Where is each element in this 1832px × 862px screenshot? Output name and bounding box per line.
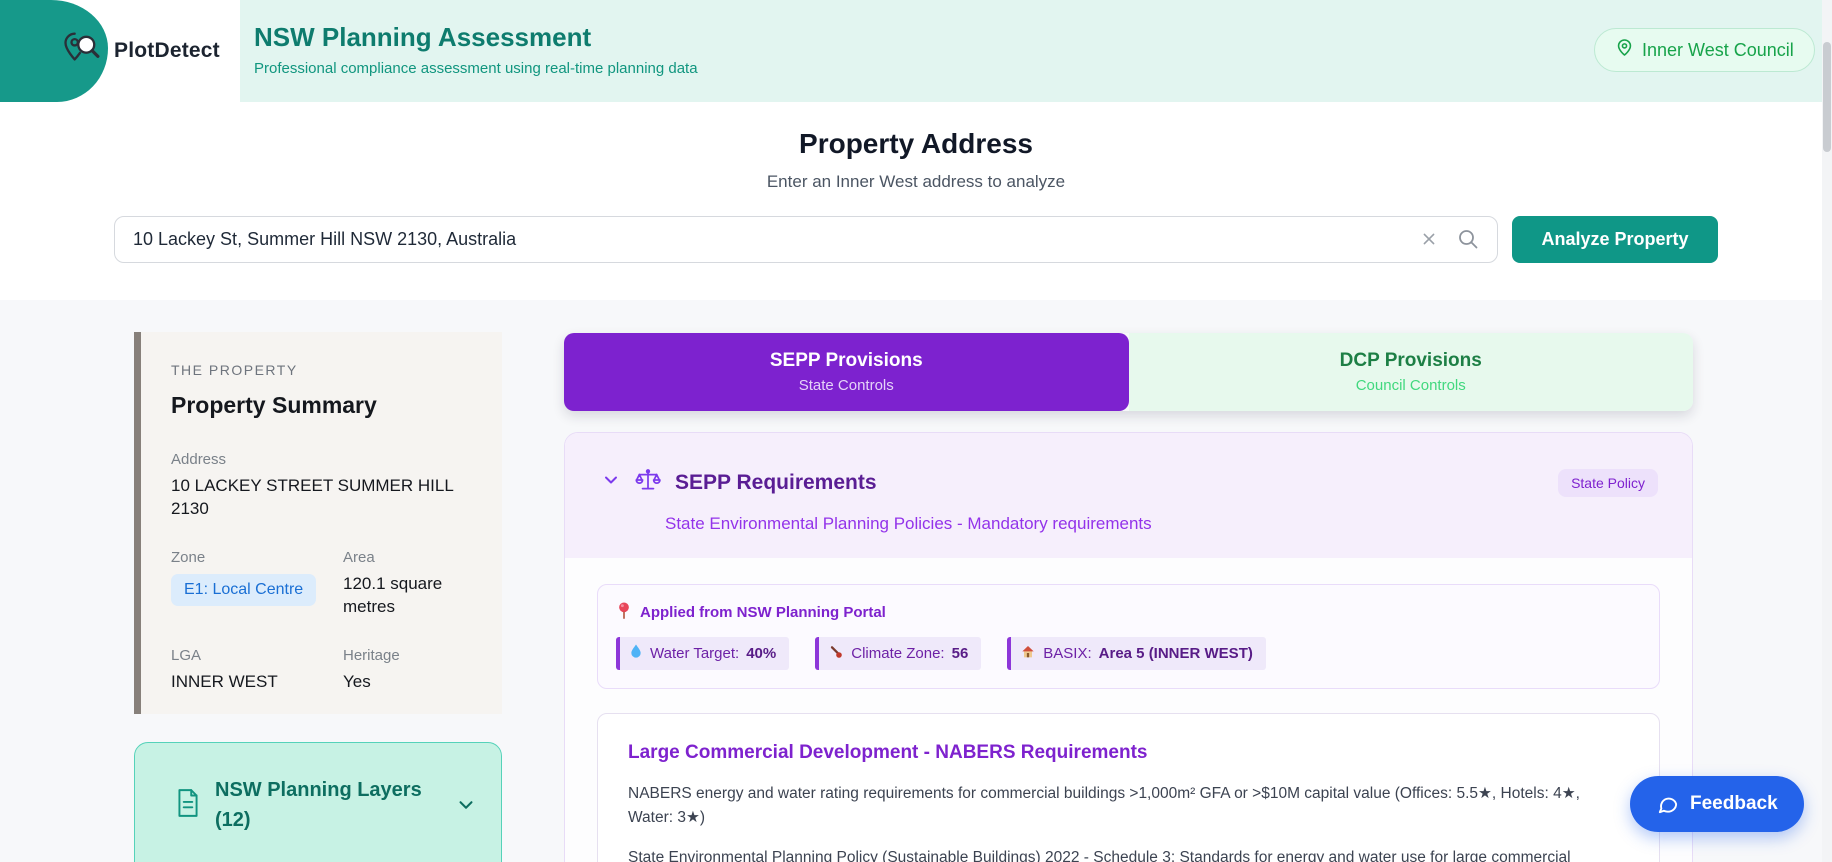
requirement-body: NABERS energy and water rating requireme…: [628, 782, 1628, 830]
app-header: PlotDetect NSW Planning Assessment Profe…: [0, 0, 1832, 102]
state-policy-badge: State Policy: [1558, 469, 1658, 497]
plotdetect-pin-magnifier-icon: [60, 27, 104, 76]
location-pin-icon: [1615, 38, 1634, 62]
property-address-section: Property Address Enter an Inner West add…: [0, 102, 1832, 300]
chip-value: Area 5 (INNER WEST): [1099, 645, 1253, 662]
search-icon[interactable]: [1456, 227, 1480, 256]
nabers-requirement-card: Large Commercial Development - NABERS Re…: [597, 713, 1660, 862]
sepp-section-title: SEPP Requirements: [675, 471, 1544, 495]
document-icon: [175, 788, 201, 823]
zone-badge: E1: Local Centre: [171, 574, 316, 606]
lga-label: LGA: [171, 647, 333, 664]
climate-zone-chip: Climate Zone: 56: [815, 637, 981, 670]
chevron-down-icon[interactable]: [601, 470, 621, 495]
chip-value: 40%: [746, 645, 776, 662]
requirement-source: State Environmental Planning Policy (Sus…: [628, 846, 1628, 862]
nsw-planning-layers-panel[interactable]: NSW Planning Layers (12): [134, 742, 502, 862]
lga-value: INNER WEST: [171, 671, 333, 694]
page-title: NSW Planning Assessment: [254, 22, 591, 53]
pushpin-icon: [616, 601, 632, 623]
water-drop-icon: [629, 643, 643, 664]
thermometer-icon: [828, 644, 844, 664]
zone-area-row: Zone E1: Local Centre Area 120.1 square …: [171, 549, 474, 619]
chip-label: Water Target:: [650, 645, 739, 662]
page-subtitle: Professional compliance assessment using…: [254, 60, 698, 77]
summary-eyebrow: THE PROPERTY: [171, 362, 474, 378]
tab-sepp-sublabel: State Controls: [799, 377, 894, 394]
clear-input-icon[interactable]: [1418, 228, 1440, 255]
portal-box-title: Applied from NSW Planning Portal: [640, 604, 886, 621]
brand-name: PlotDetect: [114, 39, 220, 63]
brand-logo[interactable]: PlotDetect: [60, 0, 220, 102]
area-value: 120.1 square metres: [343, 573, 473, 619]
lga-field: LGA INNER WEST: [171, 647, 333, 694]
address-label: Address: [171, 451, 474, 468]
chip-label: BASIX:: [1043, 645, 1091, 662]
scrollbar-thumb[interactable]: [1823, 42, 1831, 152]
area-field: Area 120.1 square metres: [343, 549, 474, 619]
heritage-value: Yes: [343, 671, 474, 694]
section-heading: Property Address: [0, 128, 1832, 160]
sepp-section-subtitle: State Environmental Planning Policies - …: [665, 514, 1658, 534]
tab-sepp-label: SEPP Provisions: [770, 350, 923, 372]
summary-title: Property Summary: [171, 392, 474, 419]
tab-sepp-provisions[interactable]: SEPP Provisions State Controls: [564, 333, 1129, 411]
council-badge-label: Inner West Council: [1642, 40, 1794, 61]
zone-field: Zone E1: Local Centre: [171, 549, 333, 619]
requirement-title: Large Commercial Development - NABERS Re…: [628, 742, 1629, 764]
chevron-down-icon: [455, 794, 477, 821]
zone-label: Zone: [171, 549, 333, 566]
feedback-label: Feedback: [1690, 793, 1778, 815]
planning-portal-box: Applied from NSW Planning Portal Water T…: [597, 584, 1660, 689]
sepp-requirements-card: SEPP Requirements State Policy State Env…: [564, 432, 1693, 862]
basix-chip: BASIX: Area 5 (INNER WEST): [1007, 637, 1266, 670]
address-field: Address 10 LACKEY STREET SUMMER HILL 213…: [171, 451, 474, 521]
provision-tabs: SEPP Provisions State Controls DCP Provi…: [564, 333, 1693, 411]
speech-bubble-icon: [1656, 793, 1679, 816]
sepp-section-header[interactable]: SEPP Requirements State Policy State Env…: [565, 433, 1692, 558]
property-summary-card: THE PROPERTY Property Summary Address 10…: [134, 332, 502, 714]
chip-value: 56: [952, 645, 969, 662]
address-value: 10 LACKEY STREET SUMMER HILL 2130: [171, 475, 474, 521]
address-input[interactable]: [114, 216, 1498, 263]
area-label: Area: [343, 549, 474, 566]
lga-heritage-row: LGA INNER WEST Heritage Yes: [171, 647, 474, 694]
search-row: Analyze Property: [114, 216, 1718, 263]
council-badge[interactable]: Inner West Council: [1594, 28, 1815, 72]
portal-chips: Water Target: 40% Climate Zone: 56: [616, 637, 1641, 670]
tab-dcp-sublabel: Council Controls: [1356, 377, 1466, 394]
tab-dcp-provisions[interactable]: DCP Provisions Council Controls: [1129, 333, 1694, 411]
section-subheading: Enter an Inner West address to analyze: [0, 172, 1832, 192]
house-icon: [1020, 644, 1036, 664]
scrollbar-track[interactable]: [1822, 0, 1832, 862]
address-input-wrap: [114, 216, 1498, 263]
analyze-property-button[interactable]: Analyze Property: [1512, 216, 1718, 263]
chip-label: Climate Zone:: [851, 645, 944, 662]
feedback-button[interactable]: Feedback: [1630, 776, 1804, 832]
scales-of-justice-icon: [635, 467, 661, 498]
heritage-field: Heritage Yes: [343, 647, 474, 694]
water-target-chip: Water Target: 40%: [616, 637, 789, 670]
tab-dcp-label: DCP Provisions: [1340, 350, 1482, 372]
layers-panel-title: NSW Planning Layers (12): [215, 775, 441, 835]
heritage-label: Heritage: [343, 647, 474, 664]
